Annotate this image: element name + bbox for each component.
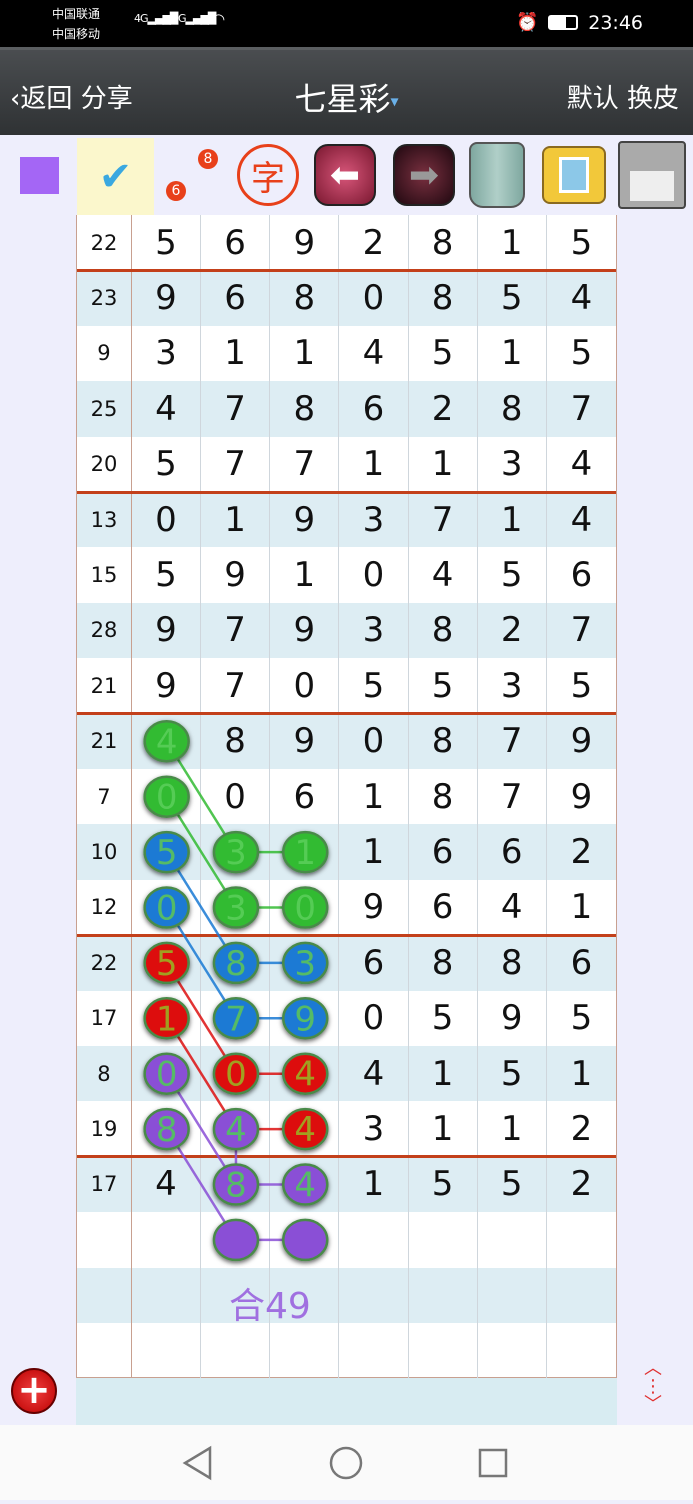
highlight-ball[interactable]: 3 <box>282 941 329 985</box>
check-pen-button[interactable]: ✔ <box>77 138 154 215</box>
sum-label: 合49 <box>229 1286 311 1327</box>
highlight-ball[interactable]: 7 <box>212 997 260 1040</box>
ball-digit: 1 <box>294 833 316 873</box>
save-button[interactable] <box>618 140 686 210</box>
ball-digit: 8 <box>225 944 247 984</box>
results-table: 22 5 6 9 2 8 1 5 23 9 6 8 0 8 5 4 9 3 1 1 4 5 1 5 25 4 7 8 6 2 8 7 20 5 7 7… <box>76 215 617 1379</box>
sequence-icon: 6 8 <box>162 145 222 205</box>
highlight-ball[interactable]: 3 <box>212 886 260 929</box>
ball-digit: 8 <box>225 1166 247 1206</box>
photos-folder-icon <box>542 146 606 204</box>
highlight-ball[interactable]: 5 <box>143 941 190 985</box>
chevron-down-icon: ▾ <box>390 91 399 111</box>
ball-digit: 4 <box>225 1110 247 1150</box>
seq-a: 6 <box>166 181 186 201</box>
check-icon: ✔ <box>98 153 133 200</box>
page-title: 七星彩 <box>294 80 391 118</box>
floppy-save-icon <box>618 141 686 209</box>
char-stamp-button[interactable]: 字 <box>234 140 302 210</box>
highlight-ball[interactable] <box>282 1218 329 1262</box>
highlight-ball[interactable]: 4 <box>282 1163 329 1206</box>
ball-digit: 5 <box>156 833 178 873</box>
ball-digit: 9 <box>294 999 316 1039</box>
highlight-ball[interactable]: 5 <box>143 830 190 874</box>
plus-icon: + <box>17 1367 51 1413</box>
ball-digit: 0 <box>156 1055 178 1095</box>
trash-button[interactable] <box>463 140 531 210</box>
ball-digit: 4 <box>294 1166 316 1206</box>
clock: 23:46 <box>588 12 643 34</box>
status-bar: 中国联通 中国移动 4G▂▄▆█ 4G▂▄▆█ ◠ ⏰ 23:46 <box>0 0 693 47</box>
carrier-2: 中国移动 <box>52 27 101 41</box>
ball-digit: 0 <box>225 1055 247 1095</box>
ball-digit: 1 <box>156 999 178 1039</box>
home-circle-icon[interactable] <box>329 1446 363 1480</box>
add-button[interactable]: + <box>11 1368 57 1414</box>
highlight-ball[interactable]: 0 <box>143 775 190 818</box>
ball-digit: 5 <box>156 944 178 984</box>
highlight-ball[interactable]: 9 <box>282 997 329 1040</box>
signal-icon: 4G▂▄▆█ <box>134 12 178 25</box>
highlight-ball[interactable]: 1 <box>143 997 190 1040</box>
pattern-overlay: 4 0 5 3 1 0 3 0 5 8 3 1 7 9 0 0 4 8 4 4 8 4 <box>143 720 329 1262</box>
trash-icon <box>469 142 525 208</box>
highlight-ball[interactable]: 4 <box>282 1107 329 1151</box>
battery-icon <box>548 15 578 30</box>
ball-digit: 0 <box>156 889 178 929</box>
highlight-ball[interactable]: 8 <box>143 1107 190 1151</box>
ball-digit: 0 <box>294 889 316 929</box>
highlight-ball[interactable]: 3 <box>212 830 260 874</box>
arrow-right-icon: ➡ <box>393 144 455 206</box>
arrow-left-icon: ⬅ <box>314 144 376 206</box>
char-stamp-icon: 字 <box>237 144 299 206</box>
sequence-button[interactable]: 6 8 <box>158 140 226 210</box>
photos-button[interactable] <box>540 140 608 210</box>
highlight-ball[interactable]: 0 <box>143 886 190 929</box>
seq-b: 8 <box>198 149 218 169</box>
ball-digit: 4 <box>156 722 178 762</box>
alarm-icon: ⏰ <box>516 12 539 33</box>
highlight-ball[interactable]: 4 <box>282 1052 329 1095</box>
highlight-ball[interactable]: 8 <box>212 941 260 985</box>
highlight-ball[interactable]: 0 <box>282 886 329 929</box>
system-nav-bar <box>0 1425 693 1500</box>
highlight-ball[interactable]: 0 <box>212 1052 260 1095</box>
back-triangle-icon[interactable] <box>182 1445 212 1481</box>
highlight-ball[interactable] <box>212 1218 260 1262</box>
color-swatch-button[interactable] <box>5 140 73 210</box>
ball-digit: 4 <box>294 1110 316 1150</box>
prev-button[interactable]: ⬅ <box>311 140 379 210</box>
highlight-ball[interactable]: 1 <box>282 830 329 874</box>
ball-digit: 3 <box>294 944 316 984</box>
ball-digit: 4 <box>294 1055 316 1095</box>
highlight-ball[interactable]: 4 <box>143 720 190 763</box>
wifi-icon: ◠ <box>212 10 225 28</box>
ball-digit: 8 <box>156 1110 178 1150</box>
up-down-arrows-icon: ︿ ⋮ ﹀ <box>644 1358 662 1415</box>
highlight-ball[interactable]: 0 <box>143 1052 190 1095</box>
highlight-ball[interactable]: 4 <box>212 1107 260 1151</box>
ball-digit: 0 <box>156 778 178 818</box>
ball-digit: 3 <box>225 833 247 873</box>
carrier-1: 中国联通 <box>52 7 101 21</box>
signal-icon: 4G▂▄▆█ <box>172 12 216 25</box>
highlight-ball[interactable]: 8 <box>212 1163 260 1206</box>
ball-digit: 3 <box>225 889 247 929</box>
default-button[interactable]: 默认 <box>567 84 619 114</box>
ball-digit: 7 <box>225 999 247 1039</box>
next-button[interactable]: ➡ <box>390 140 458 210</box>
footer-strip <box>76 1378 617 1425</box>
skin-button[interactable]: 换皮 <box>627 84 679 114</box>
toolbar: ✔ 6 8 字 ⬅ ➡ <box>0 135 693 215</box>
app-header: ‹返回 分享 七星彩▾ 默认 换皮 <box>0 47 693 135</box>
scroll-toggle-button[interactable]: ︿ ⋮ ﹀ <box>638 1360 668 1416</box>
recent-square-icon[interactable] <box>478 1448 508 1478</box>
